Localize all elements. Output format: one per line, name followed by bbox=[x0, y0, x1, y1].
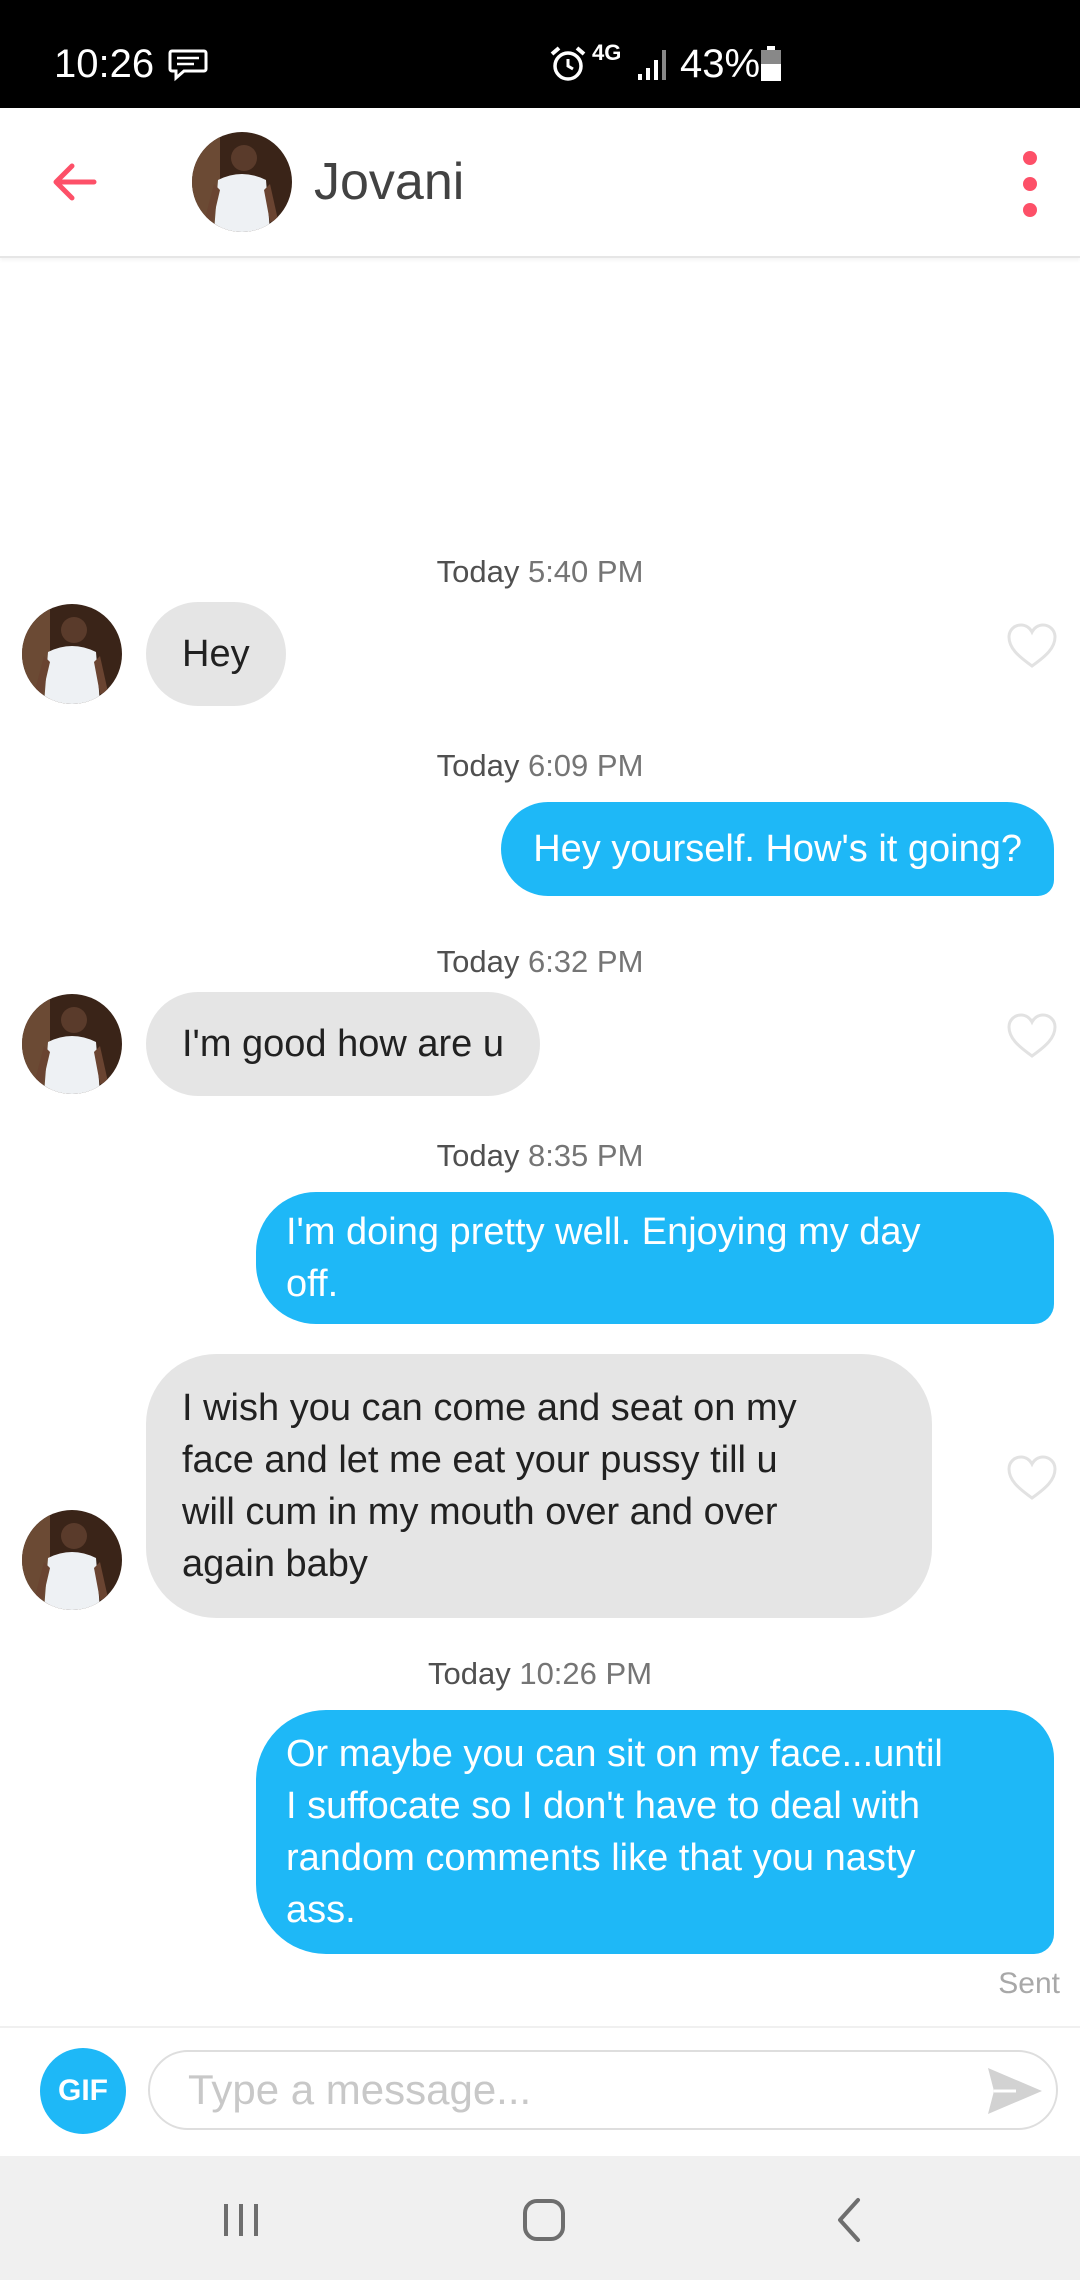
message-line: ass. bbox=[286, 1889, 356, 1931]
message-timestamp: Today 8:35 PM bbox=[436, 1138, 644, 1173]
message-composer: GIF bbox=[0, 2026, 1080, 2156]
message-notification-icon bbox=[168, 49, 208, 82]
signal-strength-icon bbox=[638, 50, 666, 80]
status-bar: 10:26 4G 43% bbox=[0, 0, 1080, 108]
outgoing-message[interactable]: Or maybe you can sit on my face...until … bbox=[256, 1710, 1054, 1954]
battery-icon bbox=[761, 46, 781, 81]
message-line: face and let me eat your pussy till u bbox=[182, 1439, 778, 1481]
message-line: random comments like that you nasty bbox=[286, 1837, 916, 1879]
sent-status: Sent bbox=[998, 1967, 1060, 2000]
more-vertical-icon[interactable] bbox=[1012, 148, 1048, 220]
system-nav-bar bbox=[0, 2156, 1080, 2280]
network-type-label: 4G bbox=[592, 40, 622, 65]
incoming-message[interactable]: Hey bbox=[146, 602, 286, 706]
message-line: again baby bbox=[182, 1543, 368, 1585]
incoming-message[interactable]: I wish you can come and seat on my face … bbox=[146, 1354, 932, 1618]
back-arrow-icon[interactable] bbox=[46, 154, 102, 210]
message-timestamp: Today 5:40 PM bbox=[436, 554, 644, 589]
message-line: I'm doing pretty well. Enjoying my day bbox=[286, 1211, 921, 1253]
heart-icon[interactable] bbox=[1006, 1012, 1058, 1060]
contact-avatar[interactable] bbox=[22, 604, 122, 704]
contact-name[interactable]: Jovani bbox=[314, 152, 464, 212]
incoming-message[interactable]: I'm good how are u bbox=[146, 992, 540, 1096]
message-line: Or maybe you can sit on my face...until bbox=[286, 1733, 943, 1775]
back-nav-icon[interactable] bbox=[830, 2196, 870, 2244]
battery-percent: 43% bbox=[680, 42, 761, 86]
message-line: I suffocate so I don't have to deal with bbox=[286, 1785, 920, 1827]
message-line: I wish you can come and seat on my bbox=[182, 1387, 797, 1429]
message-timestamp: Today 10:26 PM bbox=[427, 1656, 653, 1691]
outgoing-message[interactable]: I'm doing pretty well. Enjoying my day o… bbox=[256, 1192, 1054, 1324]
home-icon[interactable] bbox=[522, 2198, 566, 2242]
contact-avatar[interactable] bbox=[22, 994, 122, 1094]
alarm-icon bbox=[550, 46, 586, 81]
message-line: off. bbox=[286, 1263, 339, 1305]
send-icon[interactable] bbox=[986, 2066, 1044, 2116]
message-input[interactable] bbox=[148, 2050, 1058, 2130]
contact-avatar[interactable] bbox=[22, 1510, 122, 1610]
gif-button[interactable]: GIF bbox=[40, 2048, 126, 2134]
contact-avatar[interactable] bbox=[192, 132, 292, 232]
chat-header: Jovani bbox=[0, 108, 1080, 258]
message-timestamp: Today 6:09 PM bbox=[436, 748, 644, 783]
status-time: 10:26 bbox=[54, 42, 155, 86]
message-line: will cum in my mouth over and over bbox=[182, 1491, 778, 1533]
message-timestamp: Today 6:32 PM bbox=[436, 944, 644, 979]
heart-icon[interactable] bbox=[1006, 1454, 1058, 1502]
outgoing-message[interactable]: Hey yourself. How's it going? bbox=[501, 802, 1054, 896]
heart-icon[interactable] bbox=[1006, 622, 1058, 670]
recent-apps-icon[interactable] bbox=[222, 2200, 262, 2240]
